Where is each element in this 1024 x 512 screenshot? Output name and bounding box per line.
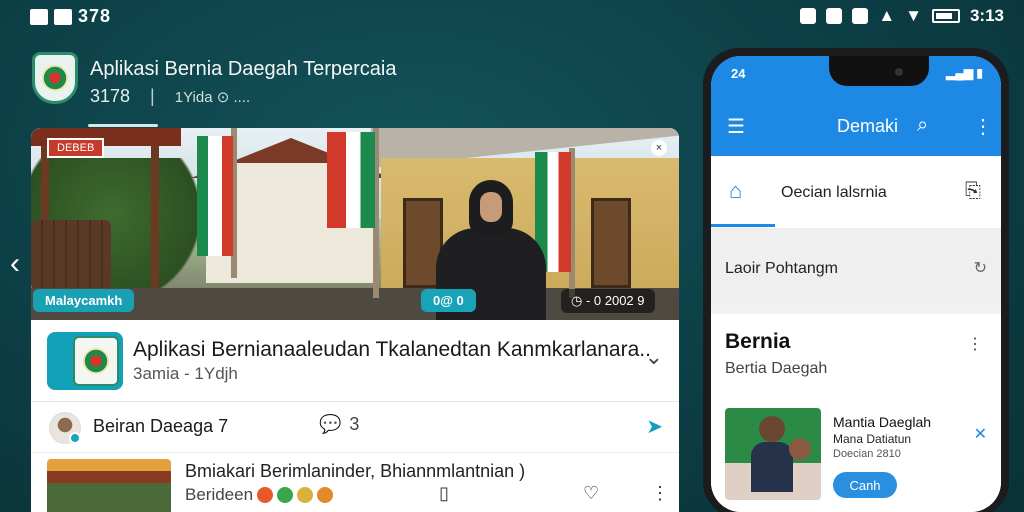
phone-section[interactable]: Laoir Pohtangm ↻ <box>711 228 1001 304</box>
status-number: 378 <box>78 6 112 26</box>
card-image <box>725 408 821 500</box>
menu-icon[interactable]: ☰ <box>727 114 745 139</box>
emoji-icon <box>257 487 274 503</box>
comment-button[interactable]: 💬 3 <box>319 414 359 435</box>
card-action-button[interactable]: Canh <box>833 472 897 498</box>
tab-label[interactable]: Oecian lalsrnia <box>781 184 887 202</box>
status-time: 3:13 <box>969 6 1004 25</box>
phone-notch <box>829 56 929 86</box>
post-title: Aplikasi Bernianaaleudan Tkalanedtan Kan… <box>133 338 651 361</box>
card-item-sub: Mana Datiatun <box>833 432 912 446</box>
author-name[interactable]: Beiran Daeaga 7 <box>93 416 228 437</box>
post-logo <box>47 332 123 390</box>
phone-screen: 24 ▂▄▆ ▮ ☰ Demaki ⌕ ⋮ ⌂ Oecian lalsrnia … <box>711 56 1001 512</box>
phone-time: 24 <box>731 66 746 81</box>
separator: | <box>150 86 155 106</box>
home-icon[interactable]: ⌂ <box>729 178 742 204</box>
hero-top-tag: DEBEB <box>47 138 105 158</box>
post-header[interactable]: Aplikasi Bernianaaleudan Tkalanedtan Kan… <box>31 320 679 402</box>
item-title: Bmiakari Berimlaninder, Bhiannmlantnian … <box>185 461 526 481</box>
hero-tag-left[interactable]: Malaycamkh <box>33 289 135 312</box>
more-vertical-icon[interactable]: ⋮ <box>967 334 983 354</box>
phone-app-title: Demaki <box>837 116 899 136</box>
item-sub-text: Berideen <box>185 485 254 504</box>
hero-tag-time: ◷ - 0 2002 9 <box>561 289 655 313</box>
app-title: Aplikasi Bernia Daegah Terpercaia <box>90 58 397 80</box>
notification-icon <box>30 8 48 25</box>
active-tab-indicator <box>88 124 158 127</box>
phone-mockup: 24 ▂▄▆ ▮ ☰ Demaki ⌕ ⋮ ⌂ Oecian lalsrnia … <box>703 48 1009 512</box>
notification-icon-2 <box>54 8 72 25</box>
hero-tag-mid[interactable]: 0@ 0 <box>421 289 476 312</box>
phone-card[interactable]: Bernia Bertia Daegah ⋮ Mantia Daeglah Ma… <box>711 314 1001 512</box>
status-left: 378 <box>30 6 111 27</box>
item-sub: Berideen <box>185 485 334 505</box>
active-tab-indicator <box>711 224 775 227</box>
section-label: Laoir Pohtangm <box>725 260 838 277</box>
refresh-icon[interactable]: ↻ <box>974 258 987 278</box>
comment-icon: 💬 <box>319 414 342 434</box>
nfc-icon <box>852 8 869 24</box>
app-meta: 1Yida ⊙ .... <box>174 88 251 106</box>
emoji-icon <box>297 487 314 503</box>
card-subtitle: Bertia Daegah <box>725 360 828 377</box>
battery-icon <box>931 9 960 23</box>
chevron-left-icon[interactable]: ‹ <box>4 247 26 280</box>
bookmark-icon[interactable]: ▯ <box>439 483 449 504</box>
heart-icon[interactable]: ♡ <box>583 483 599 504</box>
post-subtitle: 3amia - 1Ydjh <box>133 364 238 383</box>
more-vertical-icon[interactable]: ⋮ <box>973 114 993 139</box>
share-icon[interactable]: ➤ <box>646 414 663 439</box>
phone-tab-bar: ⌂ Oecian lalsrnia ⎘ <box>711 156 1001 228</box>
comment-count: 3 <box>349 414 360 434</box>
share-icon[interactable]: ⎘ <box>965 180 981 203</box>
signal-icon: ▲ <box>878 6 896 25</box>
wifi-icon: ▼ <box>905 6 922 25</box>
search-icon[interactable]: ⌕ <box>917 114 928 137</box>
status-right: ▲ ▼ 3:13 <box>800 6 1004 26</box>
chevron-down-icon[interactable]: ⌄ <box>645 344 663 370</box>
app-subheader: 3178 | 1Yida ⊙ .... <box>90 86 250 107</box>
hero-image[interactable]: DEBEB × Malaycamkh 0@ 0 ◷ - 0 2002 9 <box>31 128 679 320</box>
post-author-row: Beiran Daeaga 7 💬 3 ➤ <box>31 402 679 452</box>
close-icon[interactable]: × <box>651 140 667 156</box>
alarm-icon <box>826 8 843 24</box>
item-thumbnail <box>47 459 171 512</box>
camera-icon <box>895 68 903 76</box>
verified-icon <box>69 432 81 444</box>
emoji-icon <box>317 487 334 503</box>
app-logo <box>32 52 78 104</box>
list-item[interactable]: Bmiakari Berimlaninder, Bhiannmlantnian … <box>31 452 679 512</box>
card-item-title: Mantia Daeglah <box>833 414 932 430</box>
close-icon[interactable]: ✕ <box>974 424 987 444</box>
card-item-meta: Doecian 2810 <box>833 448 901 460</box>
status-bar: 378 ▲ ▼ 3:13 <box>0 6 1024 30</box>
phone-signal: ▂▄▆ ▮ <box>946 66 983 80</box>
card-title: Bernia <box>725 330 791 353</box>
emoji-icon <box>277 487 294 503</box>
app-count: 3178 <box>90 86 131 106</box>
more-vertical-icon[interactable]: ⋮ <box>651 483 669 504</box>
location-icon <box>800 8 817 24</box>
news-card[interactable]: DEBEB × Malaycamkh 0@ 0 ◷ - 0 2002 9 Apl… <box>31 128 679 512</box>
